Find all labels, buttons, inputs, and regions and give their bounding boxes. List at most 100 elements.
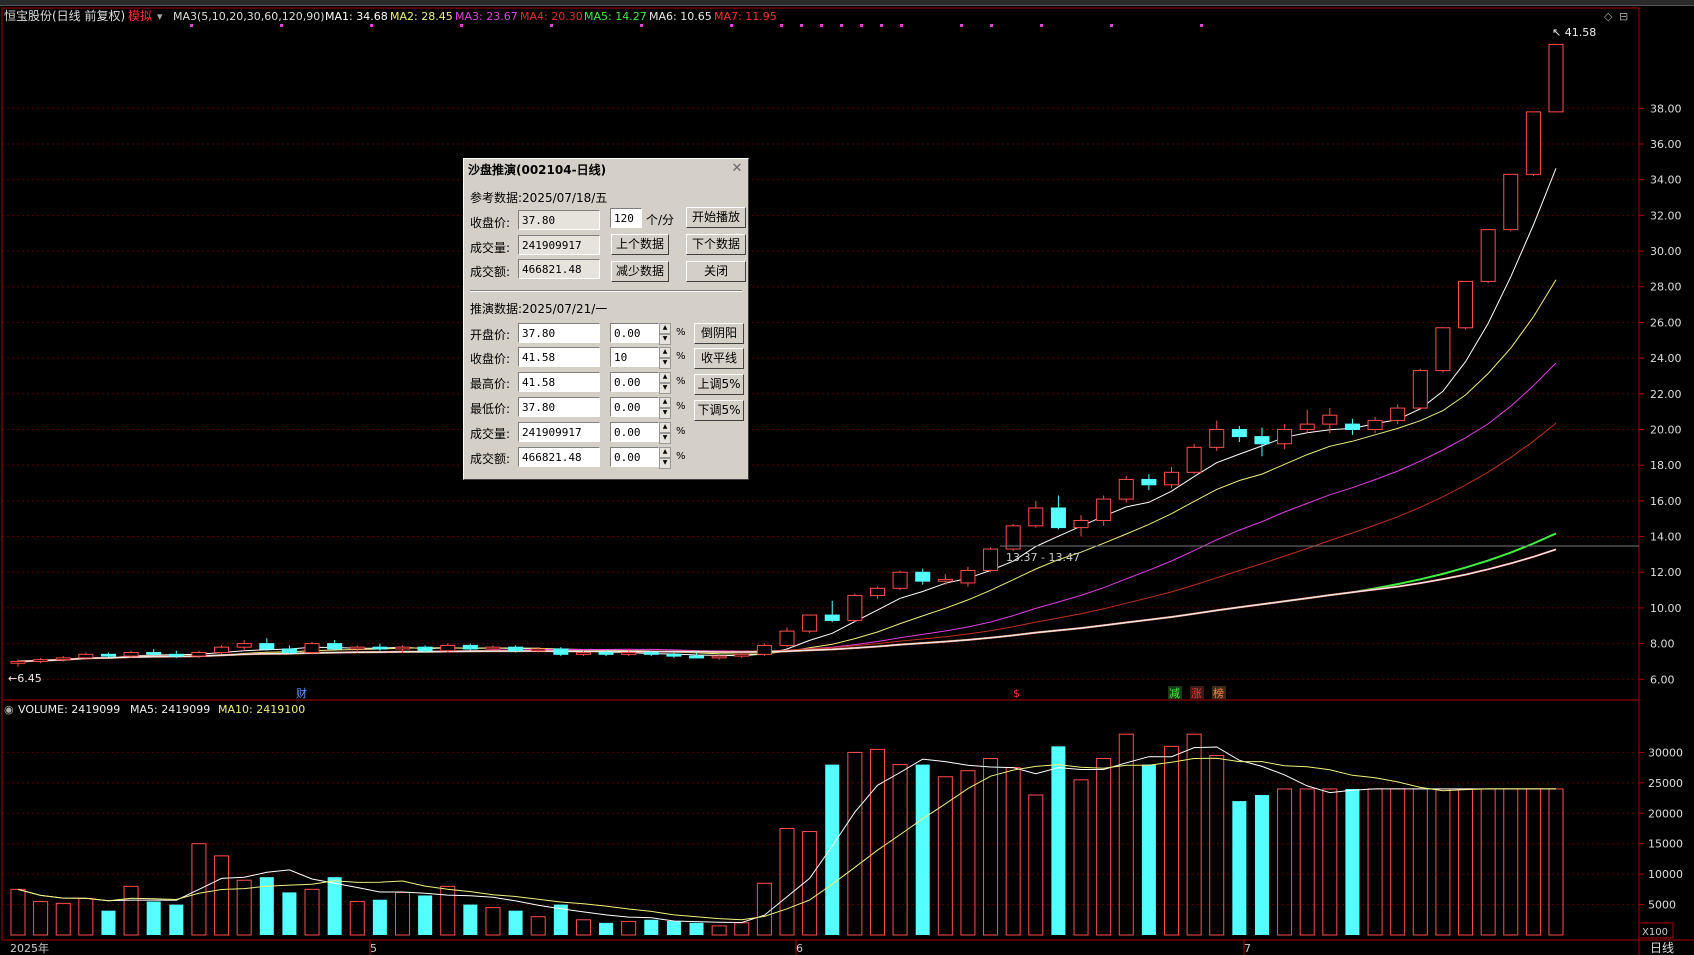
candle-body (1548, 43, 1564, 113)
low-pct-field[interactable] (610, 397, 659, 417)
pct-sign: % (676, 401, 686, 412)
volume-bar (915, 764, 930, 935)
price-tick-label: 12.00 (1650, 566, 1682, 579)
signal-dot (640, 24, 643, 27)
volume-bar (440, 885, 456, 936)
candle-body (304, 643, 320, 654)
close-pct-spinner[interactable]: ▲ ▼ (659, 347, 671, 369)
sim-volume-pct-field[interactable] (610, 422, 659, 442)
sim-amount-pct-spinner[interactable]: ▲ ▼ (659, 447, 671, 469)
candle-body (214, 646, 230, 654)
price-grid (2, 107, 1639, 680)
flat-close-button[interactable]: 收平线 (694, 348, 744, 369)
maximize-icon[interactable]: ⊟ (1619, 10, 1628, 23)
volume-bar (1232, 801, 1247, 935)
signal-dot (860, 24, 863, 27)
ref-close-label: 收盘价: (470, 216, 511, 230)
sim-volume-label: 成交量: (470, 427, 511, 441)
invert-button[interactable]: 倒阴阳 (694, 323, 744, 344)
pct-sign: % (676, 451, 686, 462)
volume-bar (1322, 788, 1338, 936)
play-button[interactable]: 开始播放 (686, 207, 746, 228)
volume-bar (1345, 788, 1360, 935)
period-label[interactable]: 日线 (1650, 941, 1674, 955)
volume-bar (779, 828, 795, 936)
candle-body (666, 653, 682, 657)
ma2-value: MA2: 28.45 (390, 10, 453, 23)
candle-body (1186, 446, 1202, 473)
ma-set-label: MA3(5,10,20,30,60,120,90) (173, 10, 325, 23)
volume-bar (1367, 788, 1383, 936)
low-field[interactable] (518, 397, 600, 417)
candlesticks (10, 43, 1564, 667)
close-button[interactable]: 关闭 (686, 261, 746, 282)
speed-unit: 个/分 (646, 213, 675, 227)
price-tick-label: 8.00 (1650, 638, 1675, 651)
candle-body (440, 644, 456, 652)
lower-5-button[interactable]: 下调5% (694, 400, 744, 421)
reduce-mark[interactable]: 减 (1169, 687, 1180, 700)
ref-volume-field[interactable] (518, 235, 600, 255)
volume-tick-label: 20000 (1648, 807, 1683, 820)
kline-chart[interactable]: 38.00 36.00 34.00 32.00 30.00 28.00 26.00 24.00… (0, 0, 1694, 955)
raise-5-button[interactable]: 上调5% (694, 374, 744, 395)
finance-mark[interactable]: 财 (296, 686, 307, 700)
open-pct-field[interactable] (610, 323, 659, 343)
dialog-title[interactable]: 沙盘推演(002104-日线) (464, 159, 748, 181)
price-tick-label: 32.00 (1650, 209, 1682, 222)
open-field[interactable] (518, 323, 600, 343)
volume-bar (1548, 788, 1564, 936)
close-icon[interactable]: ✕ (730, 162, 744, 176)
sim-volume-field[interactable] (518, 422, 600, 442)
volume-collapse-icon[interactable]: ◉ (4, 703, 14, 716)
sim-volume-pct-spinner[interactable]: ▲ ▼ (659, 422, 671, 444)
mode-label[interactable]: 模拟 (128, 9, 152, 23)
next-data-button[interactable]: 下个数据 (686, 234, 746, 255)
open-pct-spinner[interactable]: ▲ ▼ (659, 323, 671, 345)
low-pct-spinner[interactable]: ▲ ▼ (659, 397, 671, 419)
high-pct-spinner[interactable]: ▲ ▼ (659, 372, 671, 394)
candle-body (508, 646, 524, 652)
rise-mark[interactable]: 涨 (1191, 687, 1202, 700)
list-mark[interactable]: 榜 (1213, 686, 1224, 700)
ref-volume-label: 成交量: (470, 241, 511, 255)
candle-body (1231, 428, 1247, 438)
candle-body (327, 643, 343, 650)
close-price-field[interactable] (518, 347, 600, 367)
volume-bar (869, 748, 885, 936)
signal-dot (1110, 24, 1113, 27)
volume-bar (1051, 746, 1066, 935)
candle-body (281, 648, 297, 654)
pct-sign: % (676, 351, 686, 362)
chevron-down-icon[interactable]: ▾ (157, 10, 163, 23)
close-pct-field[interactable] (610, 347, 659, 367)
candle-body (530, 648, 546, 652)
signal-dot (1040, 24, 1043, 27)
sandbox-dialog[interactable]: 沙盘推演(002104-日线) ✕ 参考数据:2025/07/18/五 收盘价:… (463, 158, 749, 480)
ref-amount-field[interactable] (518, 259, 600, 279)
ref-close-field[interactable] (518, 210, 600, 230)
volume-tick-label: 30000 (1648, 746, 1683, 759)
signal-dot (900, 24, 903, 27)
speed-input[interactable] (610, 208, 642, 228)
ma20-line (17, 362, 1557, 662)
candle-body (621, 652, 637, 655)
sim-date-label: 推演数据:2025/07/21/一 (470, 302, 608, 316)
volume-bar (327, 877, 342, 935)
stock-title: 恒宝股份(日线 前复权) (4, 8, 125, 23)
reduce-data-button[interactable]: 减少数据 (611, 261, 669, 282)
high-field[interactable] (518, 372, 600, 392)
volume-bar (463, 904, 478, 935)
candle-body (892, 571, 908, 589)
volume-bar (644, 919, 659, 935)
candle-body (100, 653, 116, 657)
signal-dot (840, 24, 843, 27)
high-pct-field[interactable] (610, 372, 659, 392)
sim-amount-field[interactable] (518, 447, 600, 467)
sim-amount-pct-field[interactable] (610, 447, 659, 467)
dollar-mark[interactable]: $ (1013, 687, 1020, 700)
diamond-icon[interactable]: ◇ (1604, 10, 1613, 23)
price-tick-label: 14.00 (1650, 531, 1682, 544)
price-tick-label: 34.00 (1650, 174, 1682, 187)
prev-data-button[interactable]: 上个数据 (611, 234, 669, 255)
